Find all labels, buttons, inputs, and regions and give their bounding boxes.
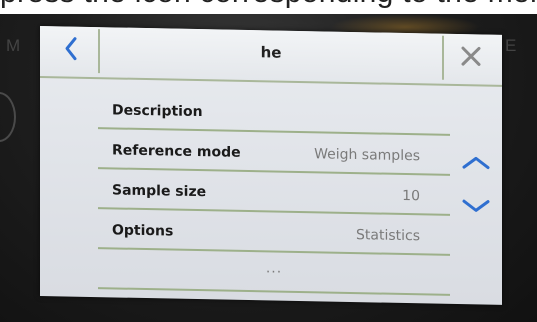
page-title: he (260, 43, 282, 62)
menu-item-label: Sample size (112, 182, 207, 201)
menu-item-options[interactable]: Options Statistics (98, 209, 450, 256)
more-items-ellipsis: ... (265, 260, 283, 277)
bezel-ghost-glyph-left: M (6, 36, 21, 55)
close-icon (459, 44, 483, 72)
chevron-down-icon (461, 198, 491, 219)
menu-item-more[interactable]: ... (98, 249, 450, 296)
bezel-ghost-glyph-right: E (505, 36, 517, 55)
header-bar: he (40, 26, 502, 87)
chevron-left-icon (63, 35, 79, 65)
menu-item-label: Reference mode (112, 142, 241, 161)
menu-item-sample-size[interactable]: Sample size 10 (98, 169, 450, 216)
menu-item-value: Weigh samples (314, 146, 420, 165)
menu-item-label: Options (112, 222, 174, 240)
caption-text: press the icon corresponding to the menu… (0, 0, 537, 10)
menu-item-label: Description (112, 102, 203, 121)
back-button[interactable] (44, 28, 100, 74)
touch-screen: he Description Reference mode Weigh samp… (40, 26, 502, 305)
menu-list: Description Reference mode Weigh samples… (98, 89, 450, 296)
close-button[interactable] (442, 35, 498, 81)
menu-item-value: 10 (402, 187, 420, 205)
chevron-up-icon (461, 154, 491, 175)
menu-item-description[interactable]: Description (98, 89, 450, 136)
scroll-down-button[interactable] (456, 194, 496, 223)
scroll-up-button[interactable] (456, 150, 496, 179)
menu-item-value: Statistics (356, 227, 420, 245)
menu-item-reference-mode[interactable]: Reference mode Weigh samples (98, 129, 450, 176)
device-photo: press the icon corresponding to the menu… (0, 0, 537, 322)
